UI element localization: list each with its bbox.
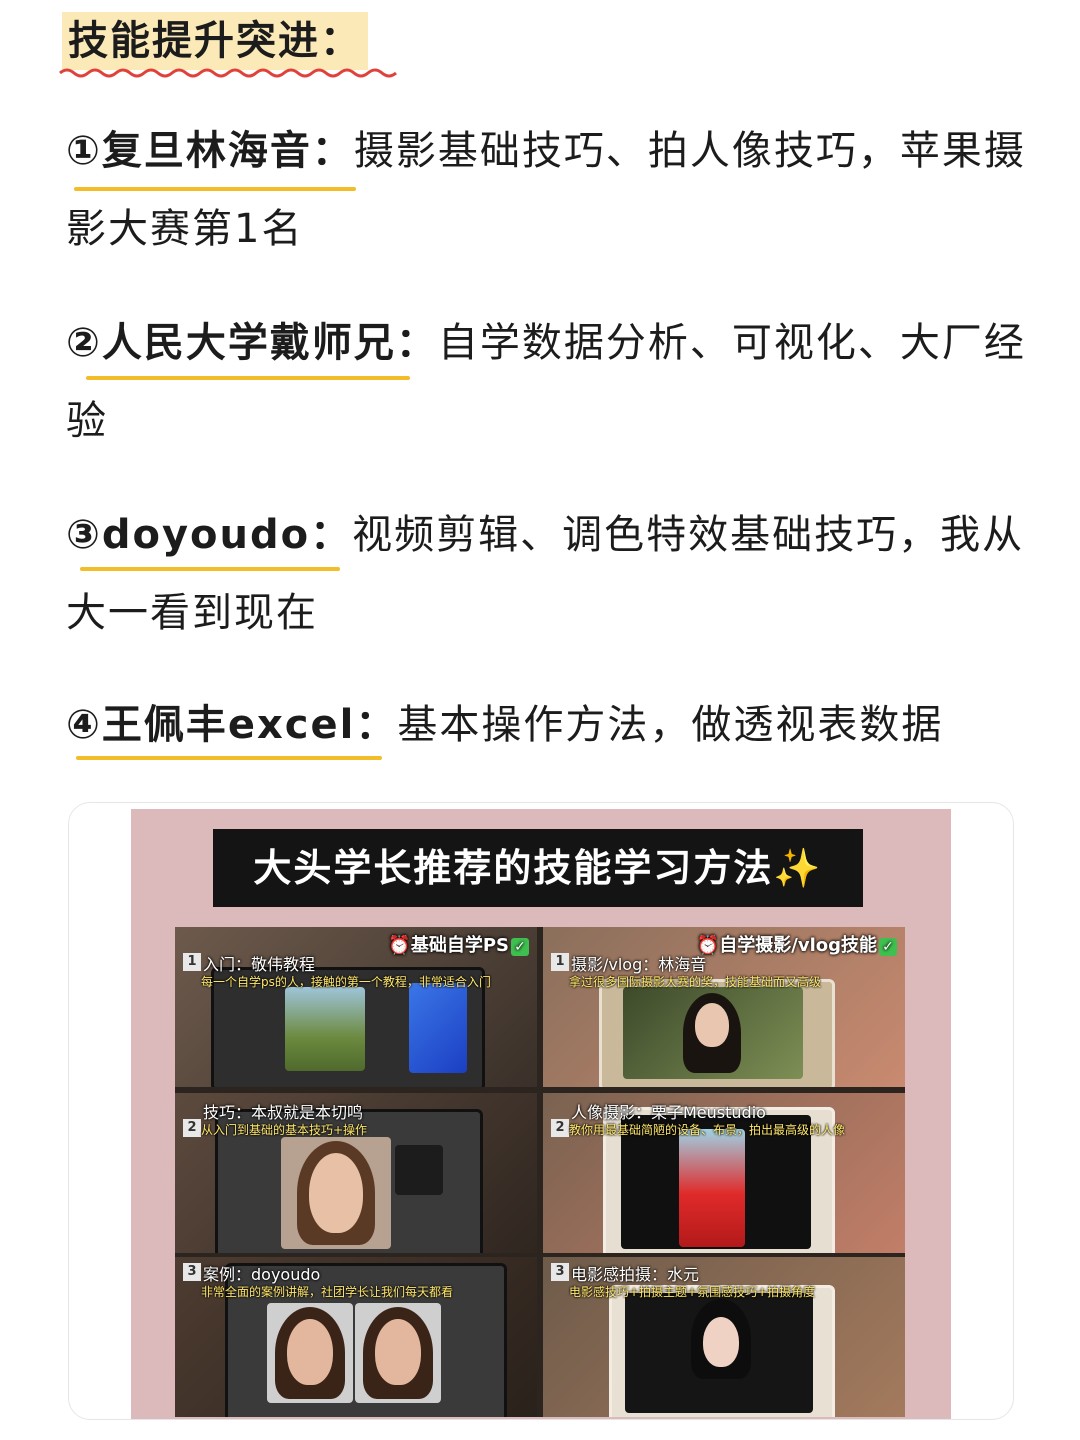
item-2-title: ②人民大学戴师兄： <box>66 320 438 366</box>
check-icon: ✓ <box>879 938 897 956</box>
cell-5-title: 案例：doyoudo <box>203 1265 321 1284</box>
poster-cell-1: ⏰基础自学PS ✓ 1 入门：敬伟教程 每一个自学ps的人，接触的第一个教程，非常… <box>175 927 537 1087</box>
cell-2-number: 1 <box>551 953 569 971</box>
cell-1-number: 1 <box>183 953 201 971</box>
cell-6-number: 3 <box>551 1263 569 1281</box>
cell-5-desc: 非常全面的案例讲解，社团学长让我们每天都看 <box>201 1285 454 1299</box>
sparkle-icon: ✨ <box>773 846 823 890</box>
item-3-title: ③doyoudo： <box>66 512 353 558</box>
cell-3-desc: 从入门到基础的基本技巧+操作 <box>201 1123 368 1137</box>
item-4-underline <box>76 756 382 760</box>
cell-3-number: 2 <box>183 1119 201 1137</box>
cell-2-desc: 拿过很多国际摄影大赛的奖，技能基础而又高级 <box>569 975 822 989</box>
item-4-title: ④王佩丰excel： <box>66 702 398 748</box>
section-heading: 技能提升突进： <box>62 12 368 70</box>
list-item-2: ②人民大学戴师兄：自学数据分析、可视化、大厂经验 <box>66 304 1026 460</box>
right-badge: ⏰自学摄影/vlog技能 ✓ <box>697 931 897 957</box>
cell-4-title: 人像摄影：栗子Meustudio <box>571 1103 766 1122</box>
cell-1-desc: 每一个自学ps的人，接触的第一个教程，非常适合入门 <box>201 975 491 989</box>
poster-image: 大头学长推荐的技能学习方法✨ ⏰基础自学PS ✓ 1 入门：敬伟教程 每一个自学p… <box>131 809 951 1419</box>
item-1-title: ①复旦林海音： <box>66 128 354 174</box>
cell-1-title: 入门：敬伟教程 <box>203 955 316 974</box>
poster-banner: 大头学长推荐的技能学习方法✨ <box>213 829 863 907</box>
cell-3-title: 技巧：本叔就是本切鸣 <box>203 1103 364 1122</box>
list-item-3: ③doyoudo：视频剪辑、调色特效基础技巧，我从大一看到现在 <box>66 496 1026 652</box>
poster-grid: ⏰基础自学PS ✓ 1 入门：敬伟教程 每一个自学ps的人，接触的第一个教程，非常… <box>175 927 905 1417</box>
poster-cell-2: ⏰自学摄影/vlog技能 ✓ 1 摄影/vlog：林海音 拿过很多国际摄影大赛的奖… <box>543 927 905 1087</box>
cell-6-title: 电影感拍摄：水元 <box>571 1265 700 1284</box>
poster-cell-4: 2 人像摄影：栗子Meustudio 教你用最基础简陋的设备、布景，拍出最高级的… <box>543 1093 905 1253</box>
check-icon: ✓ <box>511 938 529 956</box>
list-item-4: ④王佩丰excel：基本操作方法，做透视表数据 <box>66 686 1026 764</box>
cell-2-title: 摄影/vlog：林海音 <box>571 955 707 974</box>
cell-4-number: 2 <box>551 1119 569 1137</box>
poster-cell-6: 3 电影感拍摄：水元 电影感技巧+拍摄主题+氛围感技巧+拍摄角度 <box>543 1257 905 1417</box>
item-2-underline <box>86 376 410 380</box>
item-3-underline <box>80 567 340 571</box>
poster-cell-5: 3 案例：doyoudo 非常全面的案例讲解，社团学长让我们每天都看 <box>175 1257 537 1417</box>
item-4-desc: 基本操作方法，做透视表数据 <box>397 702 944 748</box>
cell-5-number: 3 <box>183 1263 201 1281</box>
cell-4-desc: 教你用最基础简陋的设备、布景，拍出最高级的人像 <box>569 1123 846 1137</box>
cell-6-desc: 电影感技巧+拍摄主题+氛围感技巧+拍摄角度 <box>569 1285 816 1299</box>
left-badge: ⏰基础自学PS ✓ <box>388 931 529 957</box>
item-1-underline <box>74 187 356 191</box>
image-card[interactable]: 大头学长推荐的技能学习方法✨ ⏰基础自学PS ✓ 1 入门：敬伟教程 每一个自学p… <box>68 802 1014 1420</box>
wavy-underline <box>59 68 397 78</box>
poster-cell-3: 2 技巧：本叔就是本切鸣 从入门到基础的基本技巧+操作 <box>175 1093 537 1253</box>
